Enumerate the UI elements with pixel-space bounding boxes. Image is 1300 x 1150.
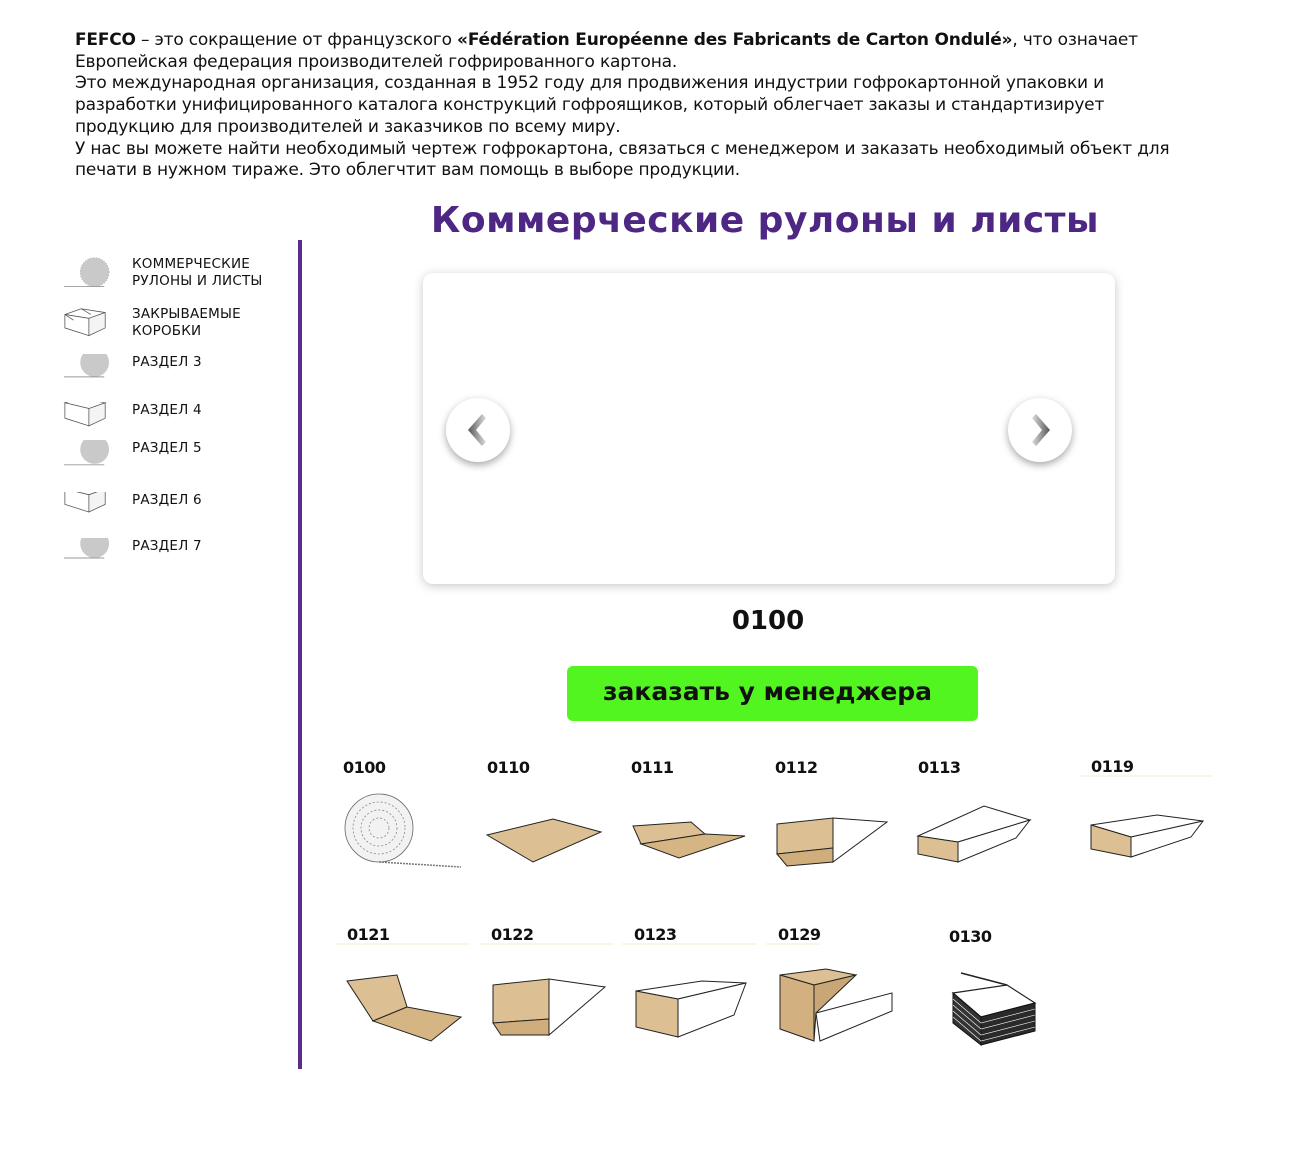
tray-thumbnail-icon <box>776 817 889 867</box>
roll-icon <box>63 257 110 288</box>
roll-icon <box>63 440 110 466</box>
page-title: Коммерческие рулоны и листы <box>430 200 1100 241</box>
folded-sheet-thumbnail-icon <box>632 821 746 859</box>
catalog-item-0122[interactable]: 0122 <box>479 925 614 1060</box>
sidebar-item-section-3[interactable]: РАЗДЕЛ 3 <box>60 354 290 398</box>
catalog-item-0119[interactable]: 0119 <box>1079 757 1214 892</box>
sheet-thumbnail-icon <box>485 818 603 863</box>
catalog-item-0113[interactable]: 0113 <box>906 758 1041 893</box>
box-icon <box>64 308 106 337</box>
chevron-right-icon <box>1032 414 1050 446</box>
sidebar-item-label: РАЗДЕЛ 3 <box>132 354 202 370</box>
brand-name: FEFCO <box>75 30 136 50</box>
catalog-item-0100[interactable]: 0100 <box>331 758 466 893</box>
catalog-item-0121[interactable]: 0121 <box>335 925 470 1060</box>
box-icon <box>64 492 106 513</box>
stack-thumbnail-icon <box>951 972 1037 1047</box>
sidebar-item-commercial-rolls[interactable]: КОММЕРЧЕСКИЕ РУЛОНЫ И ЛИСТЫ <box>60 256 290 300</box>
wrap-tall-thumbnail-icon <box>766 943 893 1042</box>
slider-next-button[interactable] <box>1008 398 1072 462</box>
brand-fullname: «Fédération Européenne des Fabricants de… <box>457 30 1013 50</box>
sidebar-item-section-7[interactable]: РАЗДЕЛ 7 <box>60 538 290 582</box>
catalog-item-0112[interactable]: 0112 <box>763 758 898 893</box>
catalog-item-0110[interactable]: 0110 <box>475 758 610 893</box>
intro-paragraph-2: Это международная организация, созданная… <box>75 73 1105 137</box>
chevron-left-icon <box>468 414 486 446</box>
sleeve-thumbnail-icon <box>916 805 1032 863</box>
order-from-manager-button[interactable]: заказать у менеджера <box>567 666 978 721</box>
catalog-item-0129[interactable]: 0129 <box>766 925 901 1060</box>
sidebar-divider <box>298 240 302 1069</box>
wrap-side-thumbnail-icon <box>479 943 614 1037</box>
sidebar-item-label: ЗАКРЫВАЕМЫЕ КОРОБКИ <box>132 306 241 339</box>
wrap-box-thumbnail-icon <box>622 943 757 1038</box>
wrap-flat-thumbnail-icon <box>335 943 470 1042</box>
sidebar-item-label: КОММЕРЧЕСКИЕ РУЛОНЫ И ЛИСТЫ <box>132 256 263 289</box>
sidebar-item-label: РАЗДЕЛ 6 <box>132 492 202 508</box>
catalog-item-0130[interactable]: 0130 <box>937 927 1072 1062</box>
selected-code: 0100 <box>731 606 805 636</box>
box-icon <box>63 402 107 427</box>
intro-text-1: – это сокращение от французского <box>135 30 458 50</box>
sidebar-item-closable-boxes[interactable]: ЗАКРЫВАЕМЫЕ КОРОБКИ <box>60 306 290 350</box>
intro-paragraph-3: У нас вы можете найти необходимый чертеж… <box>75 138 1170 181</box>
sidebar-item-section-5[interactable]: РАЗДЕЛ 5 <box>60 440 290 484</box>
catalog-item-0111[interactable]: 0111 <box>619 758 754 893</box>
sidebar-item-section-6[interactable]: РАЗДЕЛ 6 <box>60 492 290 536</box>
roll-icon <box>63 538 110 559</box>
intro-text: FEFCO – это сокращение от французского «… <box>75 30 1185 182</box>
image-slider <box>423 273 1115 584</box>
catalog-item-0123[interactable]: 0123 <box>622 925 757 1060</box>
roll-icon <box>63 354 110 378</box>
roll-thumbnail-icon <box>344 793 462 868</box>
slider-prev-button[interactable] <box>446 398 510 462</box>
sleeve-open-thumbnail-icon <box>1081 775 1213 858</box>
intro-paragraph-1: FEFCO – это сокращение от французского «… <box>75 30 1185 73</box>
sidebar-item-label: РАЗДЕЛ 7 <box>132 538 202 554</box>
sidebar-item-label: РАЗДЕЛ 5 <box>132 440 202 456</box>
sidebar-item-label: РАЗДЕЛ 4 <box>132 402 202 418</box>
